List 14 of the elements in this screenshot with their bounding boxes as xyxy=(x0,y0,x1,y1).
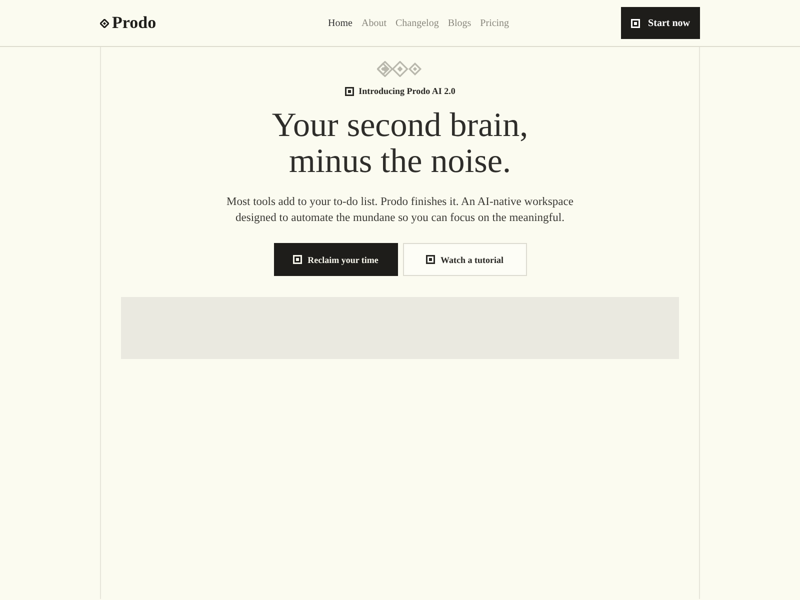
start-button[interactable]: Start now xyxy=(621,7,700,39)
logo-text: Prodo xyxy=(112,13,156,33)
square-icon xyxy=(631,18,640,28)
tutorial-button[interactable]: Watch a tutorial xyxy=(402,243,526,276)
reclaim-button[interactable]: Reclaim your time xyxy=(274,243,398,276)
logo-icon xyxy=(100,18,109,28)
hero-subtitle: Most tools add to your to-do list. Prodo finishes it. An AI-native workspace designed to automate the mundane so you can focus on the meaningful. xyxy=(226,195,574,226)
square-icon xyxy=(426,255,434,264)
diamond-ornament-icon xyxy=(377,61,423,77)
hero-title: Your second brain, minus the noise. xyxy=(272,108,528,180)
square-icon xyxy=(292,255,302,264)
nav-link[interactable]: Home xyxy=(328,18,352,28)
square-icon xyxy=(344,86,354,96)
announcement-text: Introducing Prodo AI 2.0 xyxy=(358,86,456,96)
